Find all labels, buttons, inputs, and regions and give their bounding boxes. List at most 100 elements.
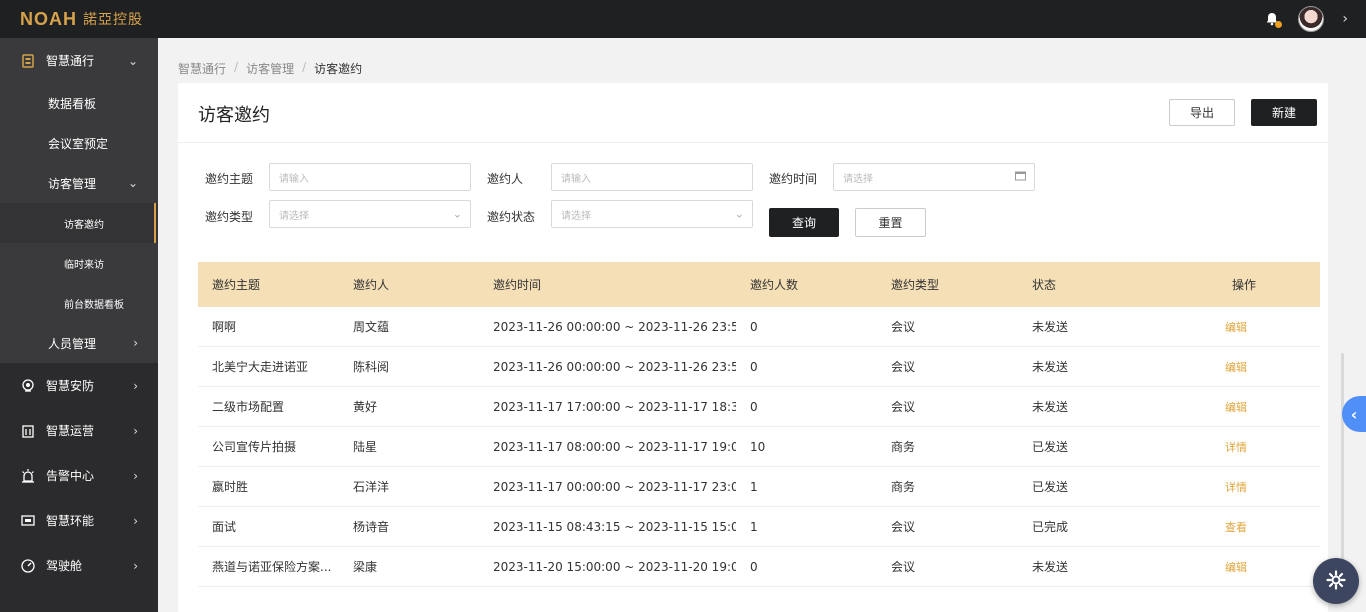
alarm-icon <box>20 468 36 484</box>
content-card: 访客邀约 导出 新建 邀约主题 请输入 邀约人 请输入 邀约时间 请选择 邀约类… <box>178 83 1344 612</box>
column-header-action: 操作 <box>1232 278 1257 292</box>
cell-time: 2023-11-15 08:43:15 ~ 2023-11-15 15:00:0… <box>493 519 736 534</box>
cell-count: 0 <box>750 399 758 414</box>
type-placeholder: 请选择 <box>279 210 309 222</box>
visitor-table: 邀约主题 邀约人 邀约时间 邀约人数 邀约类型 状态 操作 啊啊 周文蕴 202… <box>198 262 1320 587</box>
sidebar-item-meeting-room[interactable]: 会议室预定 <box>0 123 158 163</box>
sidebar-group-smart-security[interactable]: 智慧安防 › <box>0 363 158 408</box>
column-header-time: 邀约时间 <box>493 278 542 292</box>
page-title: 访客邀约 <box>198 105 270 126</box>
sidebar-item-staff-management[interactable]: 人员管理 › <box>0 323 158 363</box>
view-link[interactable]: 查看 <box>1198 519 1320 535</box>
cell-count: 1 <box>750 519 758 534</box>
settings-button[interactable] <box>1313 558 1359 604</box>
gauge-icon <box>20 558 36 574</box>
brand-logo[interactable]: NOAH 諾亞控股 <box>0 0 158 38</box>
sidebar-item-front-desk-dashboard[interactable]: 前台数据看板 <box>0 283 158 323</box>
chevron-right-icon: › <box>133 558 138 573</box>
query-button[interactable]: 查询 <box>769 208 839 237</box>
inviter-label: 邀约人 <box>487 172 524 186</box>
edit-link[interactable]: 编辑 <box>1198 359 1320 375</box>
edit-link[interactable]: 编辑 <box>1198 319 1320 335</box>
export-button[interactable]: 导出 <box>1169 99 1235 126</box>
time-picker[interactable]: 请选择 <box>833 163 1035 191</box>
cell-status: 未发送 <box>1032 360 1069 374</box>
cell-type: 会议 <box>891 400 916 414</box>
cell-subject: 啊啊 <box>212 320 237 334</box>
sidebar-item-label: 人员管理 <box>48 336 97 351</box>
new-button[interactable]: 新建 <box>1251 99 1317 126</box>
table-header: 邀约主题 邀约人 邀约时间 邀约人数 邀约类型 状态 操作 <box>198 262 1320 307</box>
cell-status: 已发送 <box>1032 440 1069 454</box>
detail-link[interactable]: 详情 <box>1198 479 1320 495</box>
table-scrollbar[interactable] <box>1341 353 1344 563</box>
column-header-subject: 邀约主题 <box>212 278 261 292</box>
avatar[interactable] <box>1298 6 1325 32</box>
cell-subject: 北美宁大走进诺亚 <box>212 360 309 374</box>
cell-time: 2023-11-26 00:00:00 ~ 2023-11-26 23:59:5… <box>493 359 736 374</box>
cell-time: 2023-11-26 00:00:00 ~ 2023-11-26 23:59:5… <box>493 319 736 334</box>
cell-time: 2023-11-20 15:00:00 ~ 2023-11-20 19:00:0… <box>493 559 736 574</box>
sidebar-item-dashboard[interactable]: 数据看板 <box>0 83 158 123</box>
sidebar-group-smart-energy[interactable]: 智慧环能 › <box>0 498 158 543</box>
subject-label: 邀约主题 <box>205 172 254 186</box>
cell-type: 会议 <box>891 320 916 334</box>
sidebar-group-label: 智慧安防 <box>46 379 95 393</box>
bell-icon[interactable] <box>1264 11 1283 28</box>
sidebar-group-label: 驾驶舱 <box>46 559 83 573</box>
table-row: 公司宣传片拍摄 陆星 2023-11-17 08:00:00 ~ 2023-11… <box>198 427 1320 467</box>
edit-link[interactable]: 编辑 <box>1198 559 1320 575</box>
table-row: 二级市场配置 黄好 2023-11-17 17:00:00 ~ 2023-11-… <box>198 387 1320 427</box>
status-label: 邀约状态 <box>487 210 536 224</box>
detail-link[interactable]: 详情 <box>1198 439 1320 455</box>
inviter-input[interactable]: 请输入 <box>551 163 753 191</box>
cell-count: 0 <box>750 319 758 334</box>
status-placeholder: 请选择 <box>561 210 591 222</box>
sidebar-item-visitor-management[interactable]: 访客管理 ⌄ <box>0 163 158 203</box>
cell-type: 商务 <box>891 480 916 494</box>
brand-name-en: NOAH <box>20 8 77 29</box>
time-placeholder: 请选择 <box>843 173 873 185</box>
sidebar: 智慧通行 ⌄ 数据看板 会议室预定 访客管理 ⌄ 访客邀约 临时来访 前台数据看… <box>0 38 158 612</box>
cell-count: 0 <box>750 559 758 574</box>
column-header-count: 邀约人数 <box>750 278 799 292</box>
breadcrumb-item[interactable]: 智慧通行 <box>178 60 226 77</box>
subject-input[interactable]: 请输入 <box>269 163 471 191</box>
breadcrumb-item[interactable]: 访客管理 <box>246 60 294 77</box>
cell-subject: 面试 <box>212 520 237 534</box>
sidebar-group-smart-operations[interactable]: 智慧运营 › <box>0 408 158 453</box>
chevron-down-icon: ⌄ <box>127 53 138 68</box>
sidebar-group-label: 智慧环能 <box>46 514 95 528</box>
chevron-down-icon: ⌄ <box>127 176 138 190</box>
chevron-left-icon: ‹ <box>1350 404 1358 424</box>
cell-status: 未发送 <box>1032 400 1069 414</box>
monitor-icon <box>20 513 36 529</box>
chevron-down-icon: ⌄ <box>452 207 462 221</box>
sidebar-group-alarm-center[interactable]: 告警中心 › <box>0 453 158 498</box>
reset-button[interactable]: 重置 <box>855 208 926 237</box>
cell-time: 2023-11-17 08:00:00 ~ 2023-11-17 19:00:0… <box>493 439 736 454</box>
cell-time: 2023-11-17 00:00:00 ~ 2023-11-17 23:00:0… <box>493 479 736 494</box>
top-bar: NOAH 諾亞控股 › <box>0 0 1366 38</box>
sidebar-group-smart-access[interactable]: 智慧通行 ⌄ <box>0 38 158 83</box>
status-select[interactable]: 请选择 ⌄ <box>551 200 753 228</box>
sidebar-item-visitor-invite[interactable]: 访客邀约 <box>0 203 158 243</box>
chevron-right-icon[interactable]: › <box>1342 11 1348 27</box>
chevron-right-icon: › <box>133 423 138 438</box>
type-label: 邀约类型 <box>205 210 254 224</box>
breadcrumb-current: 访客邀约 <box>314 62 363 76</box>
sidebar-item-temp-visit[interactable]: 临时来访 <box>0 243 158 283</box>
sidebar-group-label: 智慧通行 <box>46 54 95 68</box>
divider <box>178 142 1328 143</box>
type-select[interactable]: 请选择 ⌄ <box>269 200 471 228</box>
cell-count: 10 <box>750 439 766 454</box>
cell-subject: 二级市场配置 <box>212 400 285 414</box>
office-icon <box>20 423 36 439</box>
time-label: 邀约时间 <box>769 172 818 186</box>
cell-subject: 燕道与诺亚保险方案... <box>212 560 332 574</box>
sidebar-group-cockpit[interactable]: 驾驶舱 › <box>0 543 158 588</box>
sidebar-item-label: 会议室预定 <box>48 136 109 151</box>
cell-status: 未发送 <box>1032 320 1069 334</box>
cell-inviter: 黄好 <box>353 400 378 414</box>
edit-link[interactable]: 编辑 <box>1198 399 1320 415</box>
